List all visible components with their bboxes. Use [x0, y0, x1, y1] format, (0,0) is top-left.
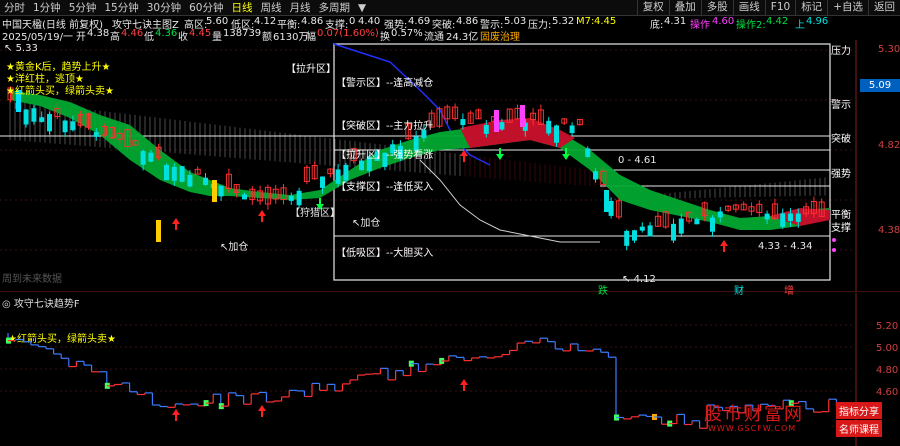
pressure-value: 5.32 [552, 16, 575, 27]
y-tick-2: 4.82 [878, 140, 900, 151]
high-zone-value: 5.60 [206, 16, 229, 27]
level-marker: 0 - 4.61 [618, 155, 657, 166]
overlay-button[interactable]: 叠加 [668, 0, 701, 15]
zone-rise-name: 拉升区 [346, 150, 376, 161]
volume-value: 138739 [223, 28, 262, 39]
zone-warning-name: 警示区 [346, 78, 376, 89]
candles [7, 86, 825, 251]
tag-strong: 强势 [831, 169, 851, 180]
low-value: 4.36 [155, 28, 178, 39]
legend-3: ★红箭头买，绿箭头卖★ [6, 86, 114, 97]
operate-value: 4.60 [712, 16, 735, 27]
no-future-data: 周到未来数据 [2, 274, 62, 285]
zone-breakout-name: 突破区 [346, 121, 376, 132]
zone-rise-title-text: 拉升区 [296, 64, 326, 75]
sub-y-tick-1: 5.20 [876, 321, 898, 332]
tab-monthly[interactable]: 月线 [286, 0, 315, 15]
zone-support-desc: --逢低买入 [386, 182, 434, 193]
period-toolbar: 分时 1分钟 5分钟 15分钟 30分钟 60分钟 日线 周线 月线 多周期 ▼… [0, 0, 900, 16]
ohlc-row: 2025/05/19/一 开 4.38 高 4.46 低 4.36 收 4.45… [0, 28, 900, 43]
tab-weekly[interactable]: 周线 [257, 0, 286, 15]
tab-multi-period[interactable]: 多周期 [315, 0, 355, 15]
low-marker: ↖ 4.12 [622, 274, 656, 285]
zone-breakout: 【突破区】--主力拉升 [336, 121, 434, 132]
tab-5min[interactable]: 5分钟 [65, 0, 101, 15]
zone-warning-desc: --逢高减仓 [386, 78, 434, 89]
more-icon[interactable]: ▼ [354, 2, 370, 14]
close-value: 4.45 [189, 28, 212, 39]
low-zone-value: 4.12 [254, 16, 277, 27]
low-marker-value: 4.12 [633, 274, 656, 285]
support-value: 0 [349, 16, 356, 27]
mark-button[interactable]: 标记 [795, 0, 827, 15]
zone-rise: 【拉升区】--强势看涨 [336, 150, 434, 161]
zone-support: 【支撑区】--逢低买入 [336, 182, 434, 193]
hunting-zone: 【狩猎区】 [290, 208, 340, 219]
main-kline-chart[interactable]: 5.30 4.82 4.38 [0, 40, 900, 292]
current-price-tag: 5.09 [860, 79, 900, 92]
tag-breakout: 突破 [831, 134, 851, 145]
support-value-2: 4.40 [358, 16, 381, 27]
tag-support: 支撑 [831, 223, 851, 234]
sub-y-tick-2: 5.00 [876, 343, 898, 354]
draw-line-button[interactable]: 画线 [732, 0, 765, 15]
change-value: 0.07(1.60%) [317, 28, 379, 39]
multi-stock-button[interactable]: 多股 [700, 0, 733, 15]
balance-value: 4.86 [301, 16, 324, 27]
add-position-2-label: 加仓 [360, 218, 381, 229]
f10-button[interactable]: F10 [764, 0, 795, 15]
add-position-1: ↖加仓 [220, 242, 249, 253]
add-position-1-label: 加仓 [228, 242, 249, 253]
tab-daily[interactable]: 日线 [228, 0, 257, 15]
tab-15min[interactable]: 15分钟 [100, 0, 142, 15]
zone-low-desc: --大胆买入 [386, 248, 434, 259]
m7-value: 4.45 [594, 16, 617, 27]
tab-30min[interactable]: 30分钟 [143, 0, 185, 15]
operate2-value: 4.42 [766, 16, 789, 27]
zone-low-name: 低吸区 [346, 248, 376, 259]
sub-y-tick-3: 4.80 [876, 365, 898, 376]
badge-course: 名师课程 [836, 420, 882, 437]
adjust-button[interactable]: 复权 [636, 0, 669, 15]
zone-rise-desc: --强势看涨 [386, 150, 434, 161]
add-watchlist-button[interactable]: +自选 [827, 0, 868, 15]
y-tick-1: 5.30 [878, 44, 900, 55]
breakout-value: 4.86 [456, 16, 479, 27]
tab-fenshi[interactable]: 分时 [0, 0, 29, 15]
warning-value: 5.03 [504, 16, 527, 27]
period-tabs: 分时 1分钟 5分钟 15分钟 30分钟 60分钟 日线 周线 月线 多周期 ▼ [0, 0, 370, 15]
zone-rise-title: 【拉升区】 [286, 64, 336, 75]
badge-share: 指标分享 [836, 402, 882, 419]
indicator-info-row: 中国天楹(日线 前复权) 攻守七诀主图Z 高区: 5.60 低区: 4.12 平… [0, 16, 900, 31]
sub-y-tick-4: 4.60 [876, 387, 898, 398]
add-position-2: ↖加仓 [352, 218, 381, 229]
high-value: 4.46 [121, 28, 144, 39]
range-marker: 4.33 - 4.34 [758, 241, 813, 252]
tab-1min[interactable]: 1分钟 [29, 0, 65, 15]
zone-warning: 【警示区】--逢高减仓 [336, 78, 434, 89]
high-marker: ↖ 5.33 [4, 43, 38, 54]
m7-label: M7: [576, 16, 595, 27]
hunting-zone-label: 狩猎区 [300, 208, 330, 219]
strong-value: 4.69 [408, 16, 431, 27]
toolbar-right: 复权 叠加 多股 画线 F10 标记 +自选 返回 [636, 0, 900, 15]
open-value: 4.38 [87, 28, 110, 39]
tag-pressure: 压力 [831, 46, 851, 57]
turnover-value: 0.57% [391, 28, 423, 39]
zone-low: 【低吸区】--大胆买入 [336, 248, 434, 259]
tag-warning: 警示 [831, 100, 851, 111]
watermark-title: 股市财富网 [704, 404, 804, 425]
high-marker-value: 5.33 [15, 43, 38, 54]
watermark-url: WWW.GSCFW.COM [708, 424, 797, 433]
zone-breakout-desc: --主力拉升 [386, 121, 434, 132]
back-button[interactable]: 返回 [868, 0, 900, 15]
upper-value: 4.96 [806, 16, 829, 27]
zone-support-name: 支撑区 [346, 182, 376, 193]
y-tick-3: 4.38 [878, 225, 900, 236]
site-watermark: 股市财富网 WWW.GSCFW.COM 指标分享 名师课程 [696, 400, 900, 446]
bottom-value: 4.31 [664, 16, 687, 27]
level-marker-value: 4.61 [634, 155, 657, 166]
tab-60min[interactable]: 60分钟 [185, 0, 227, 15]
